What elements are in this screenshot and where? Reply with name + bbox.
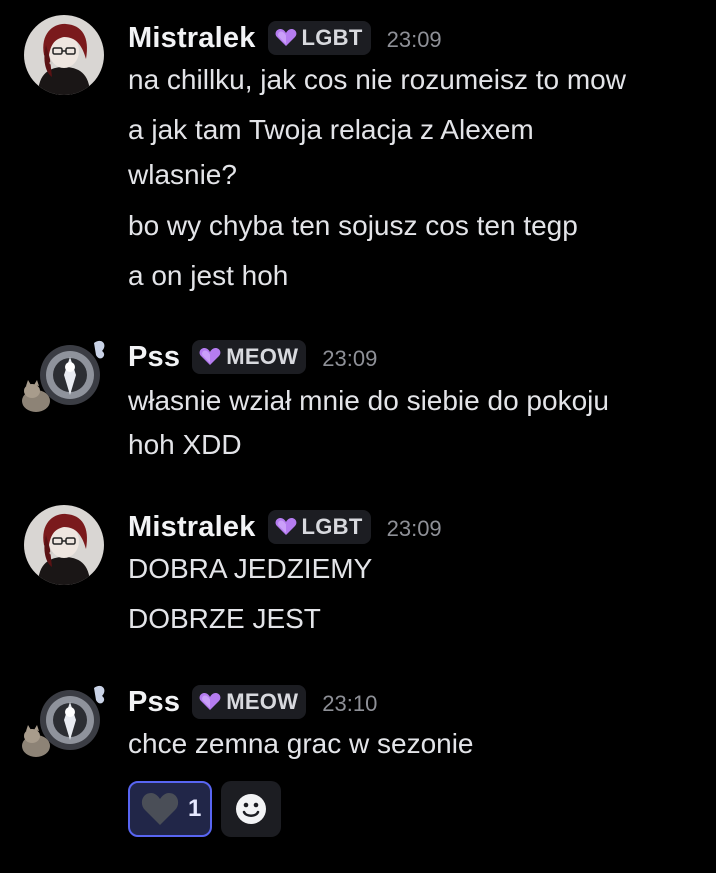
smiley-icon bbox=[236, 794, 266, 824]
timestamp: 23:09 bbox=[322, 346, 378, 371]
username[interactable]: Mistralek bbox=[128, 22, 256, 55]
add-reaction-button[interactable] bbox=[221, 781, 281, 837]
server-tag[interactable]: MEOW bbox=[192, 685, 307, 719]
reaction-heart-button[interactable]: 1 bbox=[128, 781, 212, 837]
timestamp: 23:10 bbox=[322, 691, 378, 716]
message-text: własnie wział mnie do siebie do pokoju bbox=[128, 385, 609, 416]
server-tag-label: MEOW bbox=[226, 344, 299, 369]
avatar-mistralek[interactable] bbox=[24, 15, 104, 95]
username[interactable]: Mistralek bbox=[128, 511, 256, 544]
timestamp: 23:09 bbox=[386, 516, 442, 541]
server-tag[interactable]: LGBT bbox=[267, 510, 371, 544]
chat-message-list: Mistralek LGBT 23:09 na chillku, jak cos… bbox=[0, 0, 716, 873]
message-text: DOBRA JEDZIEMY bbox=[128, 553, 373, 584]
message-text: chce zemna grac w sezonie bbox=[128, 728, 474, 759]
message-text: wlasnie? bbox=[128, 159, 237, 190]
heart-icon bbox=[141, 793, 179, 825]
message-text: a on jest hoh bbox=[128, 260, 289, 291]
server-tag[interactable]: MEOW bbox=[192, 340, 307, 374]
message-text: DOBRZE JEST bbox=[128, 603, 321, 634]
message-text: na chillku, jak cos nie rozumeisz to mow bbox=[128, 64, 626, 95]
username[interactable]: Pss bbox=[128, 341, 180, 374]
message-text: bo wy chyba ten sojusz cos ten tegp bbox=[128, 210, 578, 241]
heart-tag-icon bbox=[275, 518, 296, 535]
reaction-count: 1 bbox=[188, 795, 202, 822]
avatar-pss[interactable] bbox=[18, 335, 110, 417]
message-text: hoh XDD bbox=[128, 429, 242, 460]
heart-tag-icon bbox=[275, 29, 296, 46]
avatar-mistralek[interactable] bbox=[24, 505, 104, 585]
heart-tag-icon bbox=[199, 693, 221, 710]
timestamp: 23:09 bbox=[386, 27, 442, 52]
heart-tag-icon bbox=[199, 348, 221, 365]
server-tag-label: LGBT bbox=[301, 514, 363, 539]
avatar-pss[interactable] bbox=[18, 680, 110, 762]
server-tag-label: MEOW bbox=[226, 689, 299, 714]
server-tag[interactable]: LGBT bbox=[267, 21, 371, 55]
username[interactable]: Pss bbox=[128, 686, 180, 719]
message-text: a jak tam Twoja relacja z Alexem bbox=[128, 114, 534, 145]
server-tag-label: LGBT bbox=[301, 25, 363, 50]
